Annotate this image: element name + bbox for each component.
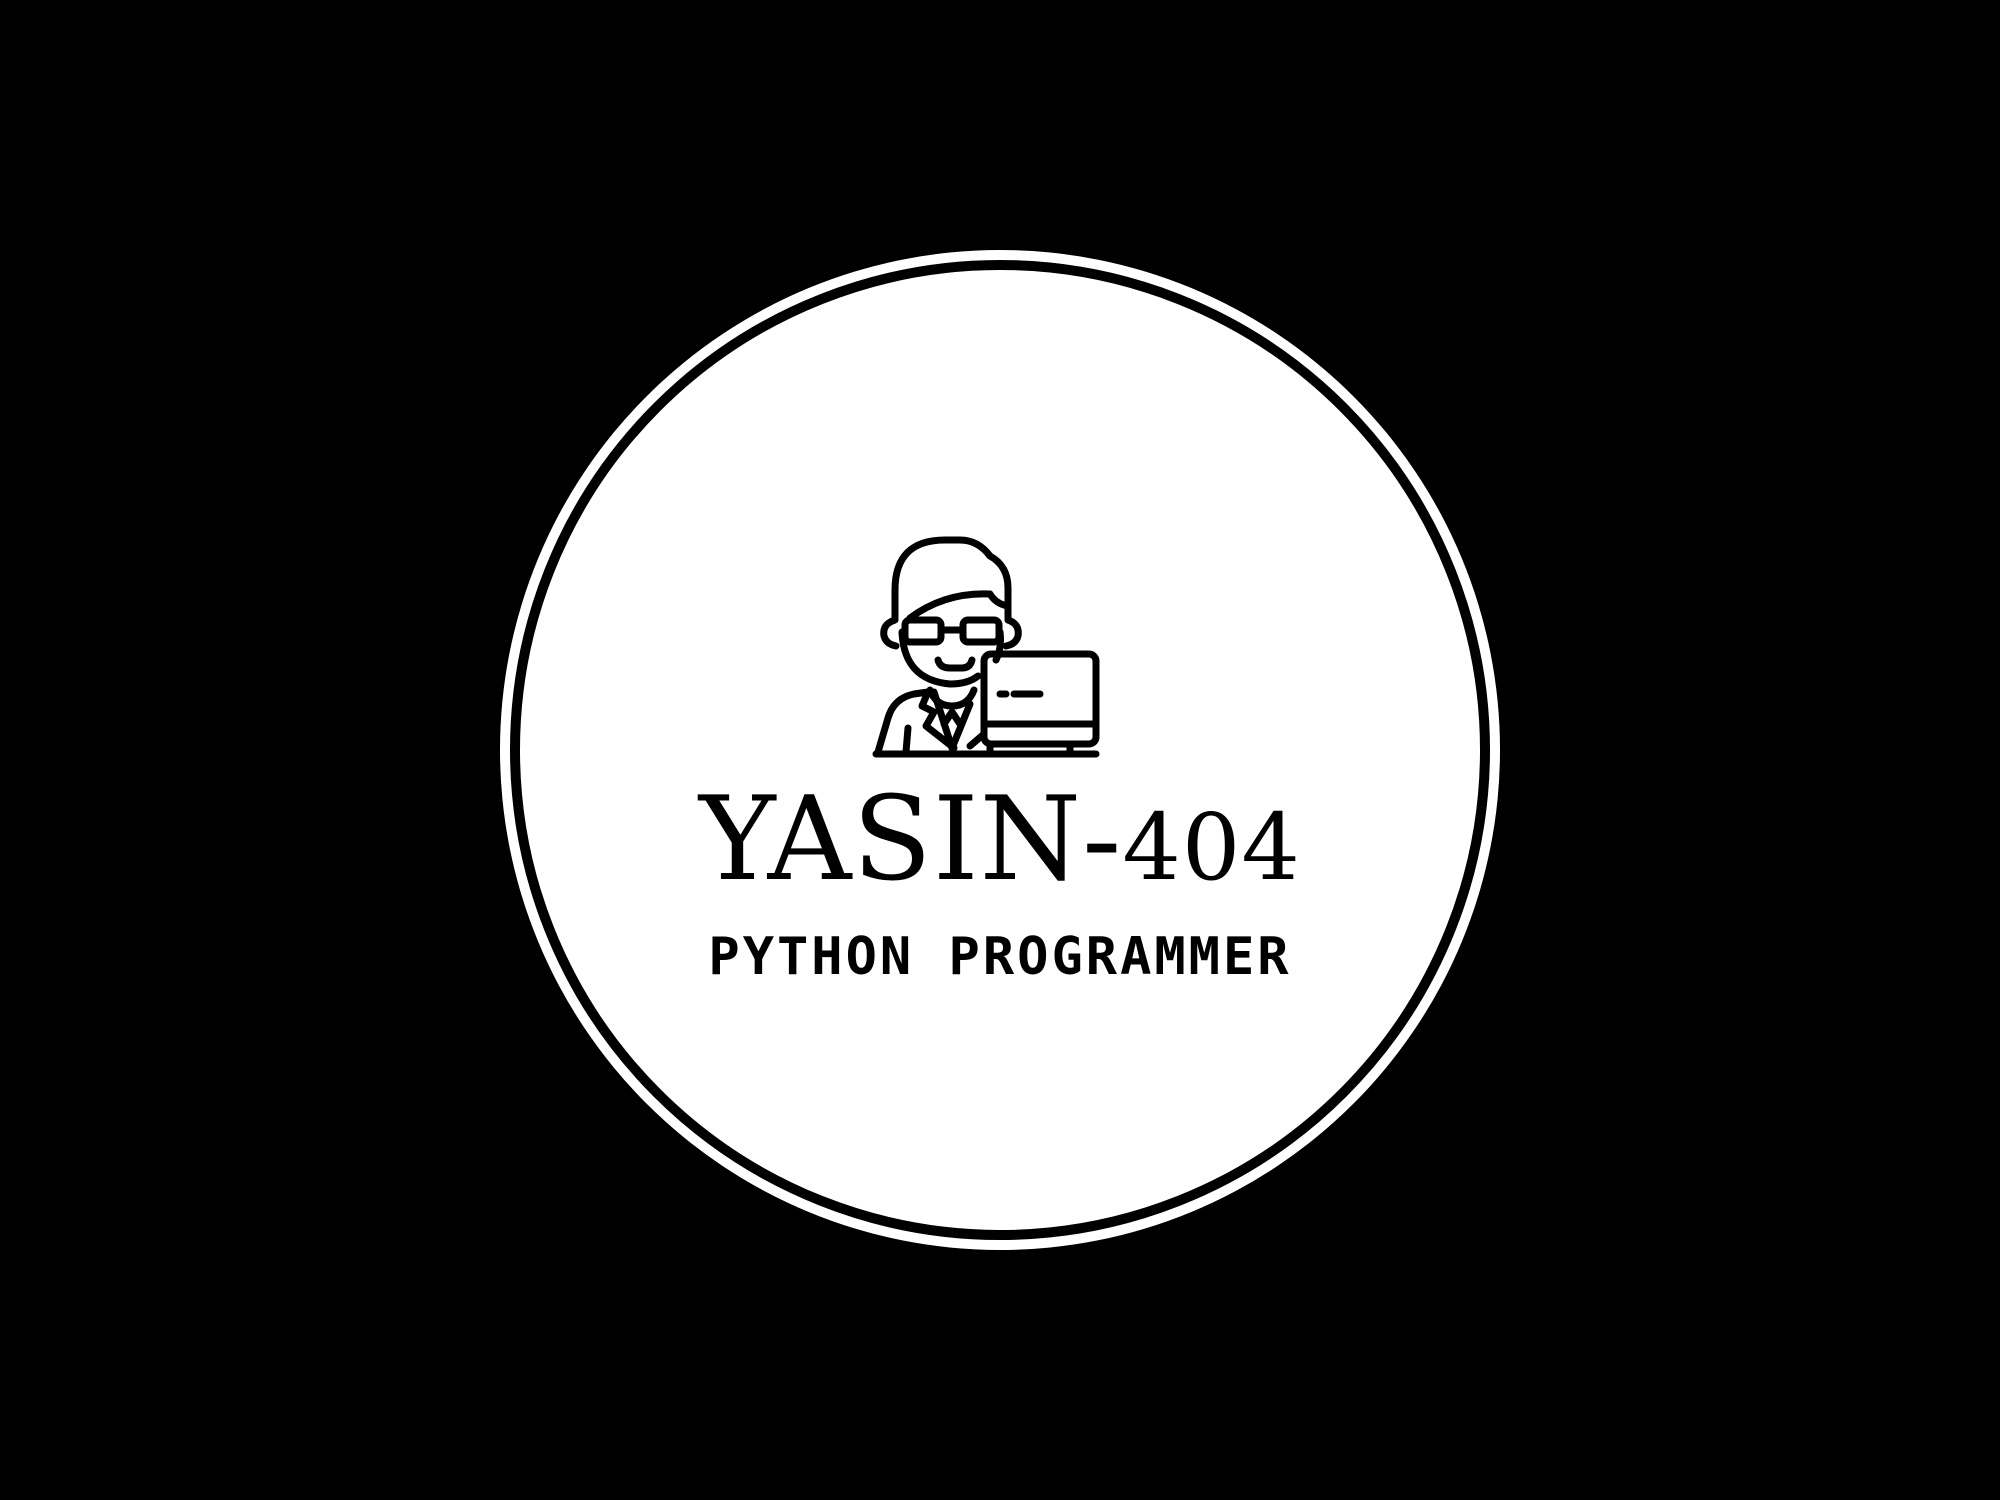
brand-name: YASIN-404 bbox=[580, 770, 1420, 918]
brand-tagline: PYTHON PROGRAMMER bbox=[708, 927, 1292, 987]
programmer-at-laptop-icon bbox=[872, 536, 1100, 758]
logo-canvas: YASIN-404 PYTHON PROGRAMMER bbox=[0, 0, 2000, 1500]
brand-name-number: 404 bbox=[1122, 794, 1301, 901]
brand-name-text: YASIN- bbox=[699, 772, 1123, 907]
logo-badge: YASIN-404 PYTHON PROGRAMMER bbox=[500, 250, 1500, 1250]
